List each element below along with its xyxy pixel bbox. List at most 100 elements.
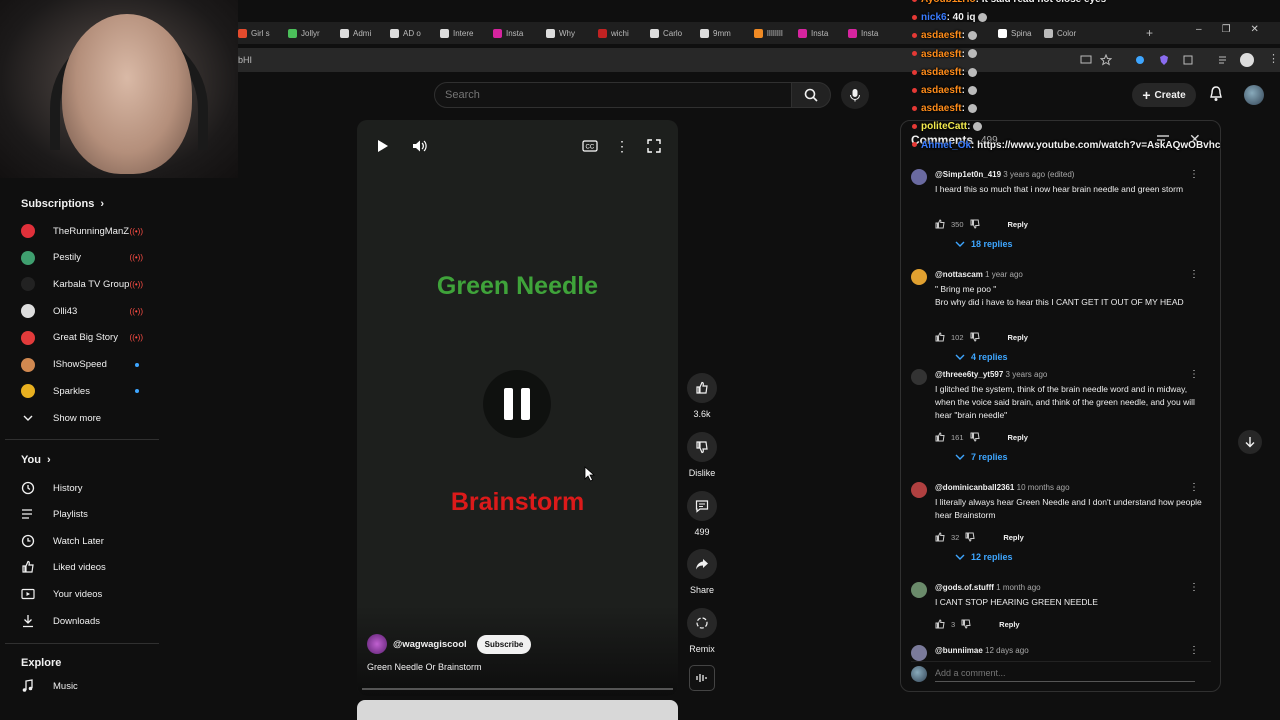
browser-tab[interactable]: Insta: [493, 22, 523, 44]
browser-tab[interactable]: Color: [1044, 22, 1076, 44]
subscriptions-header[interactable]: Subscriptions ›: [21, 198, 104, 210]
comment-menu-icon[interactable]: ⋮: [1189, 645, 1199, 656]
thumbs-down-icon[interactable]: [970, 432, 980, 442]
voice-search-button[interactable]: [841, 81, 869, 109]
commenter-avatar[interactable]: [911, 269, 927, 285]
search-box[interactable]: [434, 82, 792, 108]
extension-icon[interactable]: [1134, 54, 1146, 66]
sidebar-item-watch-later[interactable]: Watch Later: [21, 528, 159, 554]
browser-tab[interactable]: Admi: [340, 22, 371, 44]
new-tab-button[interactable]: +: [1146, 22, 1153, 44]
sound-thumbnail[interactable]: [689, 665, 715, 691]
thumbs-down-icon[interactable]: [970, 219, 980, 229]
comment-menu-icon[interactable]: ⋮: [1189, 482, 1199, 493]
media-control-icon[interactable]: [1218, 54, 1230, 66]
commenter-avatar[interactable]: [911, 169, 927, 185]
subscribe-button[interactable]: Subscribe: [476, 634, 532, 654]
sidebar-item-subscription[interactable]: Pestily ((•)): [21, 245, 159, 271]
puzzle-icon[interactable]: [1182, 54, 1194, 66]
browser-tab[interactable]: Jollyr: [288, 22, 320, 44]
thumbs-up-icon[interactable]: [935, 219, 945, 229]
commenter-avatar[interactable]: [911, 482, 927, 498]
reply-button[interactable]: Reply: [1003, 533, 1023, 542]
commenter-avatar[interactable]: [911, 369, 927, 385]
thumbs-up-icon[interactable]: [935, 532, 945, 542]
view-replies-button[interactable]: 7 replies: [955, 452, 1008, 462]
thumbs-up-icon[interactable]: [935, 619, 945, 629]
comments-button[interactable]: 499: [683, 491, 721, 537]
comment-menu-icon[interactable]: ⋮: [1189, 582, 1199, 593]
shorts-video-player[interactable]: CC ⋮ Green Needle Brainstorm @wagwagisco…: [357, 120, 678, 696]
play-button[interactable]: [373, 136, 393, 156]
browser-tab[interactable]: Insta: [798, 22, 828, 44]
address-bar[interactable]: bHI ⋮: [238, 48, 1280, 72]
comment-author[interactable]: @dominicanball2361 10 months ago: [935, 483, 1070, 492]
volume-button[interactable]: [410, 136, 430, 156]
commenter-avatar[interactable]: [911, 582, 927, 598]
sidebar-item-subscription[interactable]: Great Big Story ((•)): [21, 325, 159, 351]
profile-avatar[interactable]: [1240, 53, 1254, 67]
comment-author[interactable]: @bunniimae 12 days ago: [935, 646, 1029, 655]
next-short-thumbnail[interactable]: [357, 700, 678, 720]
browser-tab[interactable]: AD o: [390, 22, 421, 44]
like-button[interactable]: 3.6k: [683, 373, 721, 419]
comment-author[interactable]: @gods.of.stufff 1 month ago: [935, 583, 1041, 592]
sidebar-item-history[interactable]: History: [21, 475, 159, 501]
comment-author[interactable]: @threee6ty_yt597 3 years ago: [935, 370, 1047, 379]
comment-author[interactable]: @nottascam 1 year ago: [935, 270, 1023, 279]
sidebar-item-downloads[interactable]: Downloads: [21, 608, 159, 634]
restore-icon[interactable]: ❐: [1222, 24, 1231, 35]
more-options-icon[interactable]: ⋮: [612, 136, 632, 156]
scroll-down-button[interactable]: [1238, 430, 1262, 454]
you-header[interactable]: You ›: [21, 454, 51, 466]
thumbs-up-icon[interactable]: [935, 332, 945, 342]
sidebar-item-subscription[interactable]: Karbala TV Group ((•)): [21, 271, 159, 297]
comment-menu-icon[interactable]: ⋮: [1189, 369, 1199, 380]
browser-tab[interactable]: Intere: [440, 22, 473, 44]
browser-tab[interactable]: Why: [546, 22, 575, 44]
sidebar-item-playlists[interactable]: Playlists: [21, 501, 159, 527]
shield-icon[interactable]: [1158, 54, 1170, 66]
channel-name[interactable]: @wagwagiscool: [393, 639, 467, 650]
thumbs-down-icon[interactable]: [965, 532, 975, 542]
account-avatar[interactable]: [1244, 85, 1264, 105]
view-replies-button[interactable]: 4 replies: [955, 352, 1008, 362]
add-comment-input[interactable]: [935, 665, 1195, 682]
bookmark-star-icon[interactable]: [1100, 54, 1112, 66]
pause-button[interactable]: [483, 370, 551, 438]
reply-button[interactable]: Reply: [1008, 333, 1028, 342]
browser-tab[interactable]: Spina: [998, 22, 1031, 44]
captions-button[interactable]: CC: [580, 136, 600, 156]
sidebar-item-liked-videos[interactable]: Liked videos: [21, 554, 159, 580]
sidebar-item-your-videos[interactable]: Your videos: [21, 581, 159, 607]
video-title[interactable]: Green Needle Or Brainstorm: [367, 662, 482, 672]
view-replies-button[interactable]: 18 replies: [955, 239, 1013, 249]
menu-icon[interactable]: ⋮: [1268, 52, 1279, 65]
reply-button[interactable]: Reply: [1008, 433, 1028, 442]
thumbs-up-icon[interactable]: [935, 432, 945, 442]
reply-button[interactable]: Reply: [1008, 220, 1028, 229]
comment-menu-icon[interactable]: ⋮: [1189, 269, 1199, 280]
install-icon[interactable]: [1080, 54, 1092, 66]
browser-tab[interactable]: Girl s: [238, 22, 270, 44]
minimize-icon[interactable]: –: [1196, 24, 1202, 35]
remix-button[interactable]: Remix: [683, 608, 721, 654]
create-button[interactable]: + Create: [1132, 83, 1196, 107]
sidebar-item-subscription[interactable]: IShowSpeed: [21, 352, 159, 378]
browser-tab[interactable]: wichi: [598, 22, 629, 44]
comment-author[interactable]: @Simp1et0n_419 3 years ago (edited): [935, 170, 1074, 179]
notifications-button[interactable]: [1208, 85, 1224, 108]
dislike-button[interactable]: Dislike: [683, 432, 721, 478]
search-input[interactable]: [435, 83, 791, 107]
browser-tab[interactable]: Insta: [848, 22, 878, 44]
browser-tab[interactable]: Carlo: [650, 22, 682, 44]
browser-tab[interactable]: lIlIlIlI: [754, 22, 783, 44]
video-progress-bar[interactable]: [362, 688, 673, 690]
fullscreen-button[interactable]: [644, 136, 664, 156]
comment-menu-icon[interactable]: ⋮: [1189, 169, 1199, 180]
close-window-icon[interactable]: ✕: [1251, 24, 1259, 35]
sidebar-item-subscription[interactable]: TheRunningManZ ((•)): [21, 218, 159, 244]
search-button[interactable]: [791, 82, 831, 108]
sidebar-item-subscription[interactable]: Olli43 ((•)): [21, 298, 159, 324]
channel-avatar[interactable]: [367, 634, 387, 654]
